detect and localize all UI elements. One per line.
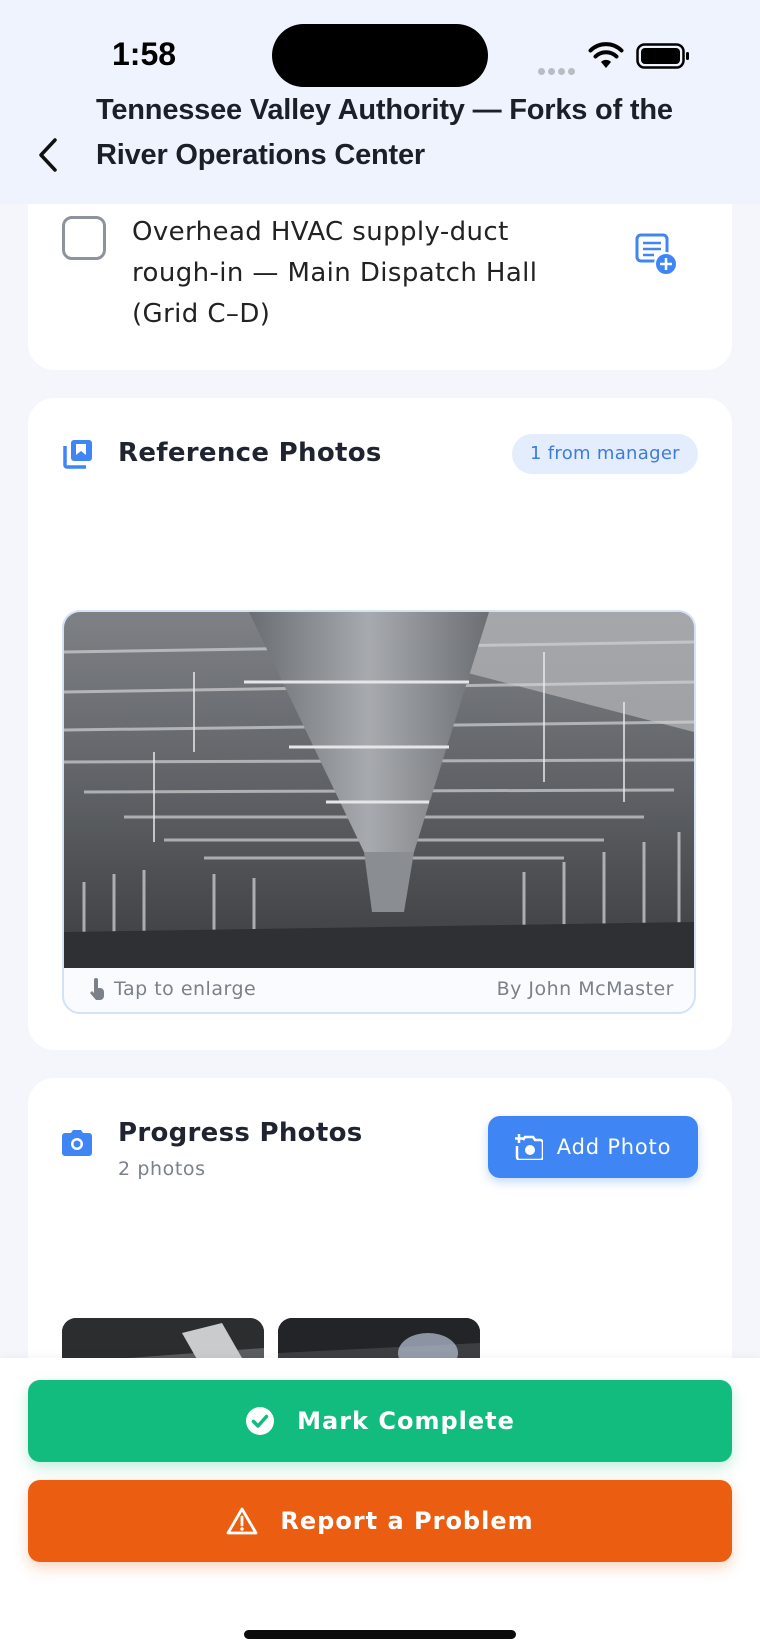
photo-caption: Tap to enlarge By John McMaster xyxy=(64,968,694,1012)
progress-photos-title: Progress Photos xyxy=(118,1118,363,1148)
dynamic-island xyxy=(272,24,488,87)
home-indicator[interactable] xyxy=(244,1630,516,1639)
mark-complete-button[interactable]: Mark Complete xyxy=(28,1380,732,1462)
add-photo-button[interactable]: Add Photo xyxy=(488,1116,698,1178)
reference-photos-card: Reference Photos 1 from manager Tap to e… xyxy=(28,398,732,1050)
check-circle-icon xyxy=(246,1407,275,1435)
back-button[interactable] xyxy=(28,130,68,180)
tap-hand-icon xyxy=(90,978,104,1000)
task-title: Overhead HVAC supply-duct rough-in — Mai… xyxy=(132,217,538,329)
tap-to-enlarge-hint: Tap to enlarge xyxy=(114,978,257,1000)
manager-count-badge: 1 from manager xyxy=(512,434,698,474)
bottom-action-bar: Mark Complete Report a Problem xyxy=(0,1358,760,1652)
top-header: 1:58 Tennessee Valley Authority — Forks … xyxy=(0,0,760,204)
chevron-left-icon xyxy=(39,138,57,172)
reference-photo[interactable]: Tap to enlarge By John McMaster xyxy=(62,610,696,1014)
warning-icon xyxy=(226,1507,258,1535)
mark-complete-label: Mark Complete xyxy=(297,1407,515,1435)
camera-icon xyxy=(62,1130,92,1156)
report-problem-button[interactable]: Report a Problem xyxy=(28,1480,732,1562)
status-time: 1:58 xyxy=(112,36,177,72)
battery-icon xyxy=(636,43,689,69)
add-photo-label: Add Photo xyxy=(556,1135,672,1159)
page-title: Tennessee Valley Authority — Forks of th… xyxy=(96,94,673,171)
photo-author: By John McMaster xyxy=(496,978,674,1000)
task-checkbox[interactable] xyxy=(62,216,106,260)
photo-count: 2 photos xyxy=(118,1158,206,1180)
reference-photos-title: Reference Photos xyxy=(118,438,382,468)
add-camera-icon xyxy=(514,1134,543,1160)
photo-library-icon xyxy=(63,440,92,469)
reference-photo-image xyxy=(64,612,694,968)
add-note-icon[interactable] xyxy=(634,232,678,276)
report-problem-label: Report a Problem xyxy=(280,1507,534,1535)
cellular-signal-icon xyxy=(538,60,578,79)
wifi-icon xyxy=(588,42,624,68)
progress-photos-card: Progress Photos 2 photos Add Photo xyxy=(28,1078,732,1398)
